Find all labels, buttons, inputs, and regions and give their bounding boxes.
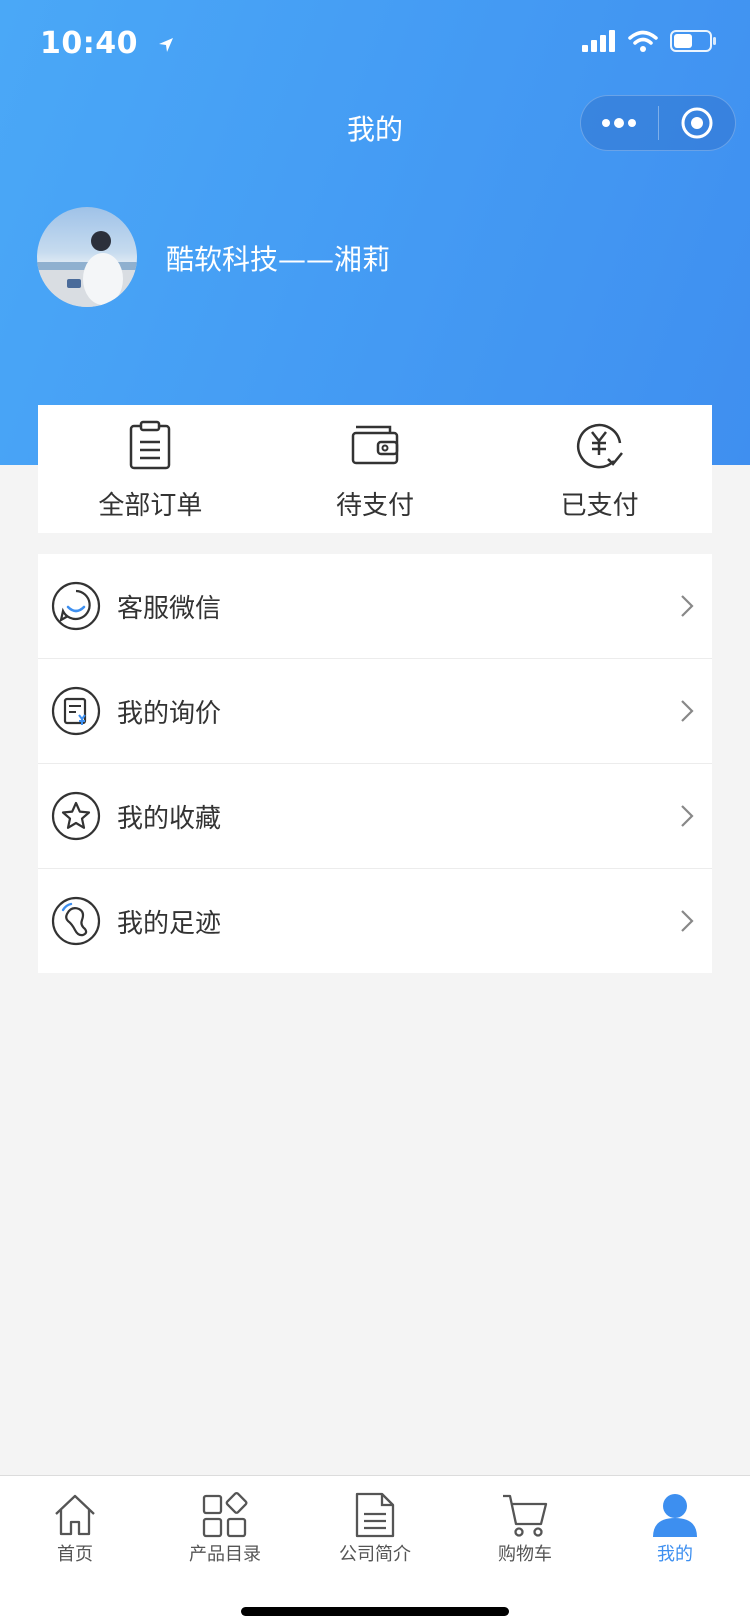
clipboard-icon xyxy=(128,419,172,471)
star-icon xyxy=(51,791,101,841)
all-orders-button[interactable]: 全部订单 xyxy=(38,405,263,533)
home-icon xyxy=(52,1482,98,1538)
username: 酷软科技——湘莉 xyxy=(166,243,391,276)
tab-catalog[interactable]: 产品目录 xyxy=(150,1476,300,1566)
status-icons xyxy=(582,30,716,56)
tab-label: 产品目录 xyxy=(189,1544,261,1565)
yen-check-icon xyxy=(574,419,626,471)
paid-label: 已支付 xyxy=(560,491,639,521)
pending-payment-button[interactable]: 待支付 xyxy=(263,405,488,533)
tab-label: 首页 xyxy=(57,1544,93,1565)
tab-home[interactable]: 首页 xyxy=(0,1476,150,1566)
wifi-icon xyxy=(628,30,658,56)
tab-label: 我的 xyxy=(657,1544,693,1565)
miniprogram-capsule xyxy=(580,95,736,151)
tab-label: 公司简介 xyxy=(339,1544,411,1565)
menu-label: 客服微信 xyxy=(117,593,222,624)
signal-icon xyxy=(582,30,616,56)
target-icon xyxy=(681,107,713,139)
status-bar: 10:40 xyxy=(0,0,750,90)
paid-button[interactable]: 已支付 xyxy=(487,405,712,533)
menu-label: 我的收藏 xyxy=(117,803,222,834)
wallet-icon xyxy=(350,419,400,471)
more-button[interactable] xyxy=(581,96,658,150)
chevron-right-icon xyxy=(680,804,694,832)
footprint-icon xyxy=(51,896,101,946)
catalog-icon xyxy=(202,1482,248,1538)
more-dots-icon xyxy=(602,118,637,128)
tab-bar: 首页 产品目录 公司简介 购物车 我的 xyxy=(0,1475,750,1624)
menu-item-my-inquiry[interactable]: 我的询价 xyxy=(38,659,712,764)
pending-payment-label: 待支付 xyxy=(336,491,415,521)
order-card: 全部订单 待支付 已支付 xyxy=(38,405,712,533)
avatar[interactable] xyxy=(37,207,137,307)
menu-label: 我的足迹 xyxy=(117,908,222,939)
chevron-right-icon xyxy=(680,594,694,622)
chevron-right-icon xyxy=(680,699,694,727)
cart-icon xyxy=(501,1482,549,1538)
user-icon xyxy=(651,1482,699,1538)
avatar-image xyxy=(37,231,137,307)
home-indicator xyxy=(241,1607,509,1616)
menu-list: 客服微信 我的询价 我的收藏 我的足迹 xyxy=(38,554,712,973)
location-arrow-icon xyxy=(157,27,175,62)
tab-cart[interactable]: 购物车 xyxy=(450,1476,600,1566)
tab-company[interactable]: 公司简介 xyxy=(300,1476,450,1566)
menu-item-my-favorites[interactable]: 我的收藏 xyxy=(38,764,712,869)
menu-item-my-footprints[interactable]: 我的足迹 xyxy=(38,869,712,973)
all-orders-label: 全部订单 xyxy=(98,491,203,521)
tab-mine[interactable]: 我的 xyxy=(600,1476,750,1566)
menu-item-customer-wechat[interactable]: 客服微信 xyxy=(38,554,712,659)
status-time: 10:40 xyxy=(40,26,175,62)
status-time-text: 10:40 xyxy=(40,26,138,61)
close-miniprogram-button[interactable] xyxy=(659,96,736,150)
battery-icon xyxy=(670,30,716,56)
chat-icon xyxy=(51,581,101,631)
inquiry-icon xyxy=(51,686,101,736)
tab-label: 购物车 xyxy=(498,1544,552,1565)
chevron-right-icon xyxy=(680,909,694,937)
menu-label: 我的询价 xyxy=(117,698,222,729)
document-icon xyxy=(354,1482,396,1538)
